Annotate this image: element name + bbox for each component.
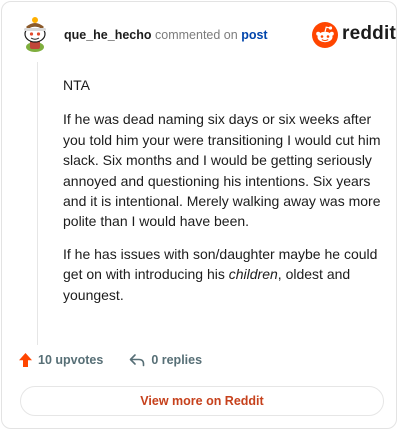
- username[interactable]: que_he_hecho: [64, 28, 152, 42]
- embedded-comment-card: que_he_hecho commented on post reddit NT…: [1, 1, 397, 429]
- comment-header: que_he_hecho commented on post: [64, 28, 268, 42]
- reply-count: 0 replies: [151, 353, 203, 367]
- comment-body: NTA If he was dead naming six days or si…: [63, 75, 381, 317]
- upvote-arrow-icon: [19, 353, 32, 367]
- reddit-logo-icon: [312, 22, 338, 48]
- comment-footer: 10 upvotes 0 replies: [18, 350, 202, 370]
- comment-paragraph: NTA: [63, 77, 90, 93]
- upvote-count: 10 upvotes: [38, 353, 104, 367]
- thread-line: [37, 62, 38, 345]
- upvote-control[interactable]: 10 upvotes: [18, 352, 103, 368]
- comment-emphasis: children: [228, 266, 278, 283]
- reply-arrow-icon: [130, 354, 145, 367]
- view-more-button[interactable]: View more on Reddit: [20, 386, 384, 416]
- reddit-wordmark: reddit: [342, 23, 396, 44]
- action-text: commented on: [155, 28, 238, 42]
- comment-paragraph: If he has issues with son/daughter maybe…: [63, 244, 381, 305]
- post-link[interactable]: post: [241, 28, 267, 42]
- snoo-avatar-icon: [24, 17, 46, 52]
- avatar[interactable]: [20, 14, 50, 52]
- comment-paragraph: If he was dead naming six days or six we…: [63, 111, 381, 230]
- replies-control[interactable]: 0 replies: [129, 353, 202, 367]
- reddit-brand[interactable]: reddit: [311, 21, 396, 49]
